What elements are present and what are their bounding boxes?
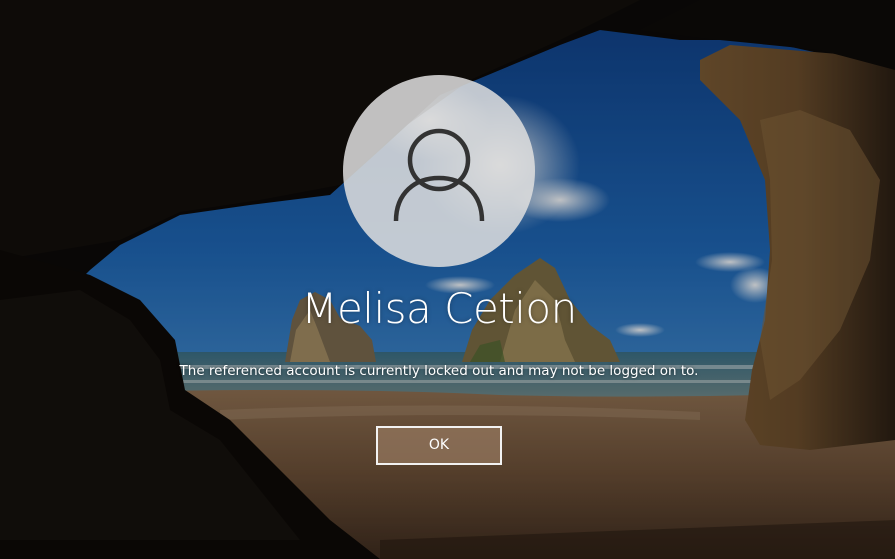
user-avatar-icon — [393, 128, 485, 222]
ok-button[interactable]: OK — [376, 426, 502, 465]
user-name: Melisa Cetion — [301, 284, 577, 333]
lock-screen: Melisa Cetion The referenced account is … — [0, 0, 895, 559]
error-message: The referenced account is currently lock… — [179, 363, 699, 379]
user-avatar — [343, 75, 535, 267]
